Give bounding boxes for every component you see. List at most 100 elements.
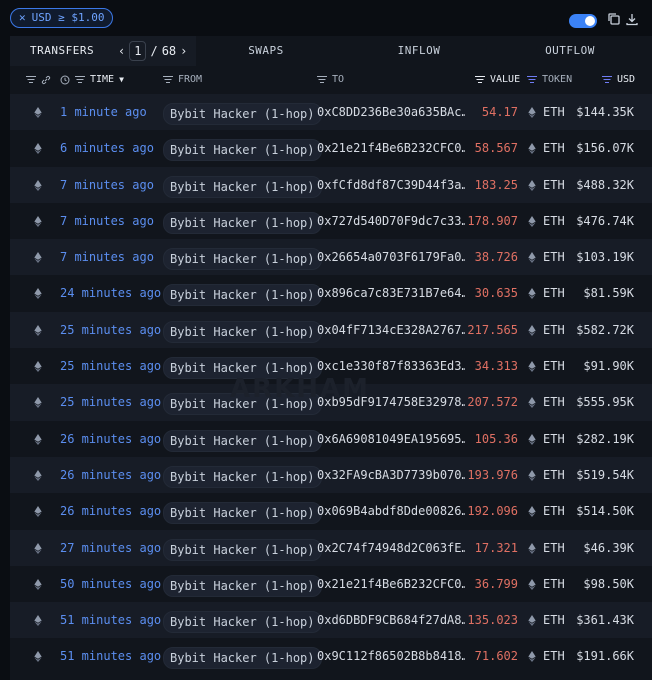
row-time-link[interactable]: 1 minute ago xyxy=(60,94,147,130)
type-filter[interactable] xyxy=(26,66,51,94)
tab-swaps[interactable]: SWAPS xyxy=(196,36,336,66)
row-token[interactable]: ETH xyxy=(543,203,565,239)
live-toggle[interactable] xyxy=(569,14,597,28)
row-from-entity[interactable]: Bybit Hacker (1-hop) xyxy=(163,248,322,271)
row-to-address[interactable]: 0xd6DBDF9CB684f27dA8… xyxy=(317,602,465,638)
table-row[interactable]: 51 minutes ago Bybit Hacker (1-hop) 0xd6… xyxy=(10,602,652,639)
table-row[interactable]: 1 minute ago Bybit Hacker (1-hop) 0xC8DD… xyxy=(10,94,652,131)
filter-icon[interactable] xyxy=(527,76,537,84)
row-token[interactable]: ETH xyxy=(543,275,565,311)
sort-down-icon[interactable]: ▼ xyxy=(119,66,124,94)
row-time-link[interactable]: 25 minutes ago xyxy=(60,384,161,420)
table-row[interactable]: 26 minutes ago Bybit Hacker (1-hop) 0x06… xyxy=(10,493,652,529)
table-row[interactable]: 27 minutes ago Bybit Hacker (1-hop) 0x2C… xyxy=(10,529,652,566)
token-column-header[interactable]: TOKEN xyxy=(527,66,572,94)
row-to-address[interactable]: 0x21e21f4Be6B232CFC0… xyxy=(317,566,465,602)
row-to-address[interactable]: 0x21e21f4Be6B232CFC0… xyxy=(317,130,465,166)
table-row[interactable]: 50 minutes ago Bybit Hacker (1-hop) 0x21… xyxy=(10,566,652,602)
row-time-link[interactable]: 26 minutes ago xyxy=(60,421,161,457)
row-token[interactable]: ETH xyxy=(543,566,565,602)
row-to-address[interactable]: 0x069B4abdf8Dde00826… xyxy=(317,493,465,529)
close-icon[interactable]: ✕ xyxy=(19,8,26,28)
table-row[interactable]: 51 minutes ago Bybit Hacker (1-hop) 0x9C… xyxy=(10,638,652,674)
row-token[interactable]: ETH xyxy=(543,638,565,674)
row-token[interactable]: ETH xyxy=(543,312,565,348)
table-row[interactable]: 26 minutes ago Bybit Hacker (1-hop) 0x32… xyxy=(10,456,652,494)
row-from-entity[interactable]: Bybit Hacker (1-hop) xyxy=(163,647,322,670)
filter-icon[interactable] xyxy=(26,76,36,84)
row-time-link[interactable]: 27 minutes ago xyxy=(60,530,161,566)
row-token[interactable]: ETH xyxy=(543,457,565,493)
row-from-entity[interactable]: Bybit Hacker (1-hop) xyxy=(163,211,322,234)
table-row[interactable]: 7 minutes ago Bybit Hacker (1-hop) 0xfCf… xyxy=(10,166,652,203)
time-column-header[interactable]: TIME ▼ xyxy=(60,66,124,94)
row-token[interactable]: ETH xyxy=(543,94,565,130)
filter-icon[interactable] xyxy=(475,76,485,84)
row-to-address[interactable]: 0xC8DD236Be30a635BAc… xyxy=(317,94,465,130)
table-row[interactable]: 26 minutes ago Bybit Hacker (1-hop) 0x6A… xyxy=(10,421,652,457)
row-time-link[interactable]: 24 minutes ago xyxy=(60,275,161,311)
row-from-entity[interactable]: Bybit Hacker (1-hop) xyxy=(163,429,322,452)
row-from-entity[interactable]: Bybit Hacker (1-hop) xyxy=(163,139,322,162)
table-row[interactable]: 24 minutes ago Bybit Hacker (1-hop) 0x89… xyxy=(10,275,652,311)
row-to-address[interactable]: 0x32FA9cBA3D7739b070… xyxy=(317,457,465,493)
chevron-right-icon[interactable]: › xyxy=(180,44,187,58)
row-to-address[interactable]: 0x2C74f74948d2C063fE… xyxy=(317,530,465,566)
row-time-link[interactable]: 7 minutes ago xyxy=(60,203,154,239)
row-token[interactable]: ETH xyxy=(543,421,565,457)
row-to-address[interactable]: 0x896ca7c83E731B7e64… xyxy=(317,275,465,311)
usd-column-header[interactable]: USD xyxy=(602,66,635,94)
link-icon[interactable] xyxy=(41,75,51,85)
row-time-link[interactable]: 50 minutes ago xyxy=(60,566,161,602)
row-time-link[interactable]: 7 minutes ago xyxy=(60,239,154,275)
row-to-address[interactable]: 0x727d540D70F9dc7c33… xyxy=(317,203,465,239)
row-time-link[interactable]: 6 minutes ago xyxy=(60,130,154,166)
row-token[interactable]: ETH xyxy=(543,348,565,384)
usd-filter-chip[interactable]: ✕ USD ≥ $1.00 xyxy=(10,8,114,28)
row-from-entity[interactable]: Bybit Hacker (1-hop) xyxy=(163,175,322,198)
page-current-input[interactable]: 1 xyxy=(129,41,147,61)
row-to-address[interactable]: 0xfCfd8df87C39D44f3a… xyxy=(317,167,465,203)
row-token[interactable]: ETH xyxy=(543,493,565,529)
row-from-entity[interactable]: Bybit Hacker (1-hop) xyxy=(163,611,322,634)
row-from-entity[interactable]: Bybit Hacker (1-hop) xyxy=(163,538,322,561)
table-row[interactable]: 25 minutes ago Bybit Hacker (1-hop) 0x04… xyxy=(10,311,652,349)
to-column-header[interactable]: TO xyxy=(317,66,344,94)
row-from-entity[interactable]: Bybit Hacker (1-hop) xyxy=(163,284,322,307)
row-time-link[interactable]: 25 minutes ago xyxy=(60,312,161,348)
row-token[interactable]: ETH xyxy=(543,384,565,420)
tab-inflow[interactable]: INFLOW xyxy=(346,36,492,66)
row-time-link[interactable]: 51 minutes ago xyxy=(60,638,161,674)
row-to-address[interactable]: 0x26654a0703F6179Fa0… xyxy=(317,239,465,275)
chevron-left-icon[interactable]: ‹ xyxy=(118,44,125,58)
filter-icon[interactable] xyxy=(317,76,327,84)
row-time-link[interactable]: 7 minutes ago xyxy=(60,167,154,203)
download-icon[interactable] xyxy=(625,12,639,26)
row-time-link[interactable]: 26 minutes ago xyxy=(60,457,161,493)
table-row[interactable]: 6 minutes ago Bybit Hacker (1-hop) 0x21e… xyxy=(10,130,652,166)
row-to-address[interactable]: 0x9C112f86502B8b8418… xyxy=(317,638,465,674)
filter-icon[interactable] xyxy=(75,76,85,84)
row-token[interactable]: ETH xyxy=(543,167,565,203)
row-to-address[interactable]: 0x04fF7134cE328A2767… xyxy=(317,312,465,348)
row-token[interactable]: ETH xyxy=(543,530,565,566)
row-token[interactable]: ETH xyxy=(543,239,565,275)
row-time-link[interactable]: 26 minutes ago xyxy=(60,493,161,529)
row-from-entity[interactable]: Bybit Hacker (1-hop) xyxy=(163,320,322,343)
row-token[interactable]: ETH xyxy=(543,602,565,638)
row-to-address[interactable]: 0x6A69081049EA195695… xyxy=(317,421,465,457)
from-column-header[interactable]: FROM xyxy=(163,66,202,94)
table-row[interactable]: 7 minutes ago Bybit Hacker (1-hop) 0x727… xyxy=(10,203,652,239)
filter-icon[interactable] xyxy=(602,76,612,84)
row-from-entity[interactable]: Bybit Hacker (1-hop) xyxy=(163,465,322,488)
row-from-entity[interactable]: Bybit Hacker (1-hop) xyxy=(163,103,322,125)
row-token[interactable]: ETH xyxy=(543,130,565,166)
row-from-entity[interactable]: Bybit Hacker (1-hop) xyxy=(163,574,322,597)
tab-outflow[interactable]: OUTFLOW xyxy=(500,36,640,66)
filter-icon[interactable] xyxy=(163,76,173,84)
row-time-link[interactable]: 51 minutes ago xyxy=(60,602,161,638)
copy-icon[interactable] xyxy=(607,12,621,26)
row-from-entity[interactable]: Bybit Hacker (1-hop) xyxy=(163,502,322,525)
table-row[interactable]: 7 minutes ago Bybit Hacker (1-hop) 0x266… xyxy=(10,239,652,276)
value-column-header[interactable]: VALUE xyxy=(475,66,520,94)
